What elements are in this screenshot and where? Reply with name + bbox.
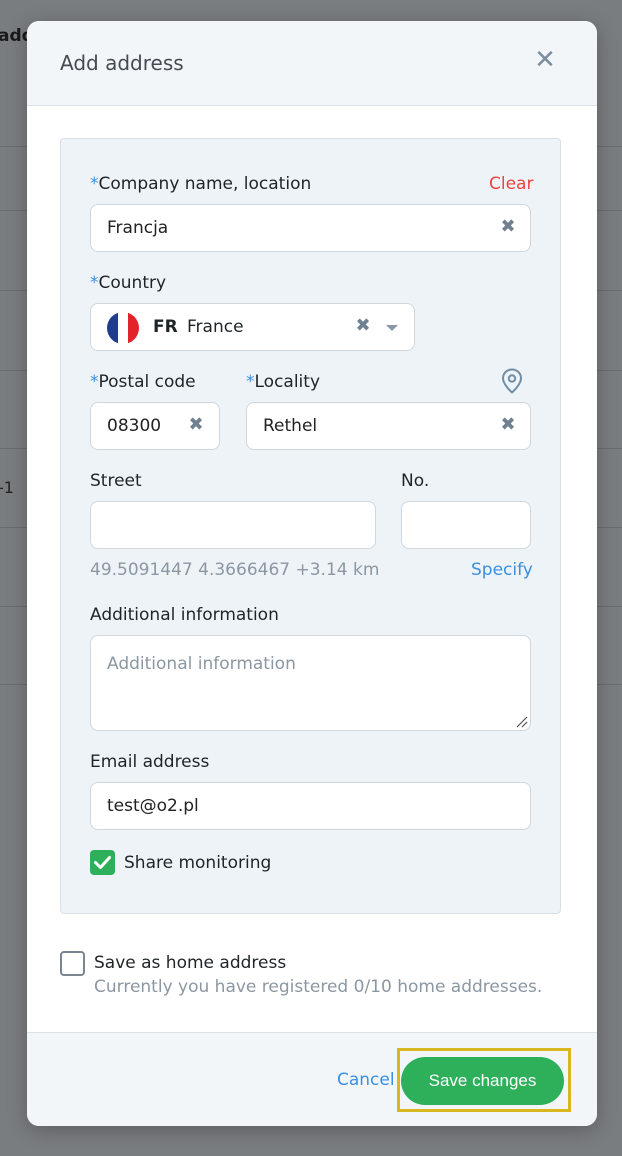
postal-code-input[interactable]: 08300 ✖ [90, 402, 220, 450]
specify-link[interactable]: Specify [471, 560, 533, 580]
clear-postal-code-icon[interactable]: ✖ [187, 415, 205, 435]
country-code: FR [153, 317, 178, 337]
country-label: *Country [90, 273, 167, 293]
email-value: test@o2.pl [107, 796, 199, 816]
email-input[interactable]: test@o2.pl [90, 782, 531, 830]
number-label: No. [401, 471, 430, 491]
locality-label: *Locality [246, 372, 321, 392]
cancel-button[interactable]: Cancel [337, 1070, 395, 1090]
close-icon[interactable]: ✕ [532, 47, 558, 73]
add-address-modal: Add address ✕ *Company name, location Cl… [27, 21, 597, 1126]
company-label: *Company name, location [90, 174, 312, 194]
location-pin-icon[interactable] [501, 368, 523, 394]
checkmark-icon [94, 856, 111, 869]
clear-locality-icon[interactable]: ✖ [499, 415, 517, 435]
email-label: Email address [90, 752, 210, 772]
address-form-panel: *Company name, location Clear Francja ✖ … [60, 138, 561, 914]
france-flag-icon [107, 312, 139, 344]
postal-code-label: *Postal code [90, 372, 196, 392]
additional-info-textarea[interactable]: Additional information [90, 635, 531, 731]
save-changes-button[interactable]: Save changes [401, 1057, 564, 1105]
chevron-down-icon[interactable] [386, 325, 398, 331]
clear-country-icon[interactable]: ✖ [354, 316, 372, 336]
resize-handle-icon[interactable] [514, 714, 528, 728]
background-row-text: -1 [0, 478, 14, 497]
clear-company-icon[interactable]: ✖ [499, 217, 517, 237]
street-label: Street [90, 471, 142, 491]
coordinates-text: 49.5091447 4.3666467 +3.14 km [90, 560, 380, 580]
share-monitoring-label[interactable]: Share monitoring [124, 853, 271, 873]
share-monitoring-checkbox[interactable] [90, 850, 115, 875]
country-select[interactable]: FR France ✖ [90, 303, 415, 351]
home-address-checkbox[interactable] [60, 951, 85, 976]
modal-header: Add address ✕ [27, 21, 597, 106]
country-name: France [187, 317, 244, 337]
modal-title: Add address [60, 51, 184, 75]
locality-value: Rethel [263, 416, 318, 436]
modal-footer: Cancel Save changes [27, 1032, 597, 1126]
home-address-label[interactable]: Save as home address [94, 953, 286, 973]
locality-input[interactable]: Rethel ✖ [246, 402, 531, 450]
home-address-subtext: Currently you have registered 0/10 home … [94, 977, 543, 997]
company-input-value: Francja [107, 218, 169, 238]
additional-info-label: Additional information [90, 605, 279, 625]
company-input[interactable]: Francja ✖ [90, 204, 531, 252]
number-input[interactable] [401, 501, 531, 549]
street-input[interactable] [90, 501, 376, 549]
postal-code-value: 08300 [107, 416, 162, 436]
additional-info-placeholder: Additional information [107, 654, 296, 674]
clear-link[interactable]: Clear [489, 174, 533, 194]
